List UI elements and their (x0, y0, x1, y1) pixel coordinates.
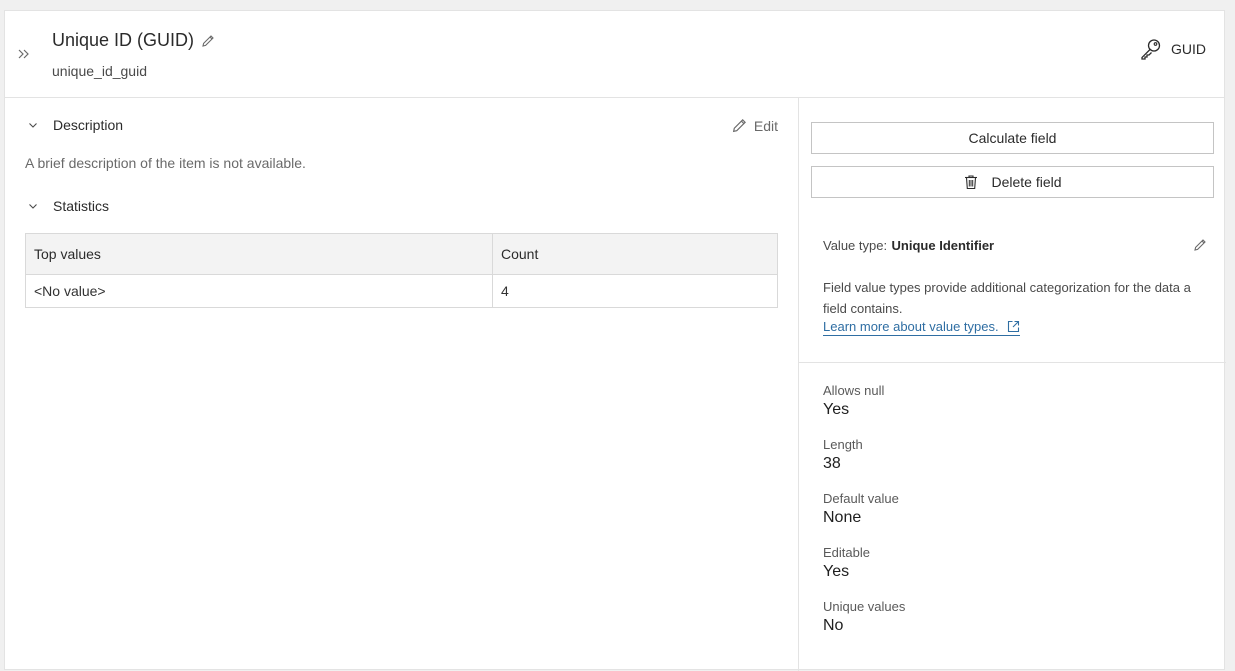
value-type-value: Unique Identifier (891, 238, 995, 253)
table-header-row: Top values Count (25, 233, 778, 275)
panel-header: Unique ID (GUID) unique_id_guid GUID (5, 11, 1224, 98)
field-details-panel: Unique ID (GUID) unique_id_guid GUID Des… (4, 10, 1226, 671)
delete-field-label: Delete field (991, 174, 1062, 190)
description-text: A brief description of the item is not a… (25, 155, 306, 171)
edit-value-type-button[interactable] (1192, 237, 1208, 253)
field-type-badge: GUID (1139, 37, 1206, 61)
details-sidebar: Calculate field Delete field Value type:… (799, 97, 1226, 671)
property-value: Yes (823, 401, 850, 418)
statistics-heading: Statistics (53, 198, 110, 214)
edit-label: Edit (753, 117, 778, 134)
property-value: Yes (823, 563, 850, 580)
property-label: Editable (823, 545, 870, 560)
property-editable: Editable Yes (823, 545, 870, 581)
field-name: unique_id_guid (52, 63, 147, 79)
page-title: Unique ID (GUID) (52, 30, 195, 50)
statistics-section-toggle[interactable]: Statistics (27, 198, 109, 214)
property-value: 38 (823, 455, 841, 472)
property-allows-null: Allows null Yes (823, 383, 884, 419)
property-length: Length 38 (823, 437, 863, 473)
property-value: None (823, 509, 862, 526)
key-icon (1141, 39, 1161, 60)
edit-title-button[interactable] (200, 33, 216, 49)
statistics-table: Top values Count <No value> 4 (25, 233, 778, 308)
learn-more-value-types-link[interactable]: Learn more about value types. (823, 318, 1020, 336)
external-link-icon (1007, 320, 1019, 333)
double-chevron-right-icon (18, 49, 29, 59)
field-type-label: GUID (1171, 41, 1206, 57)
description-heading: Description (53, 117, 124, 133)
calculate-field-label: Calculate field (968, 130, 1057, 146)
value-type-prefix: Value type: (823, 238, 888, 253)
pencil-icon (202, 34, 214, 47)
table-row: <No value> 4 (25, 274, 778, 308)
delete-field-button[interactable]: Delete field (811, 166, 1214, 198)
description-section-toggle[interactable]: Description (27, 117, 123, 133)
property-label: Unique values (823, 599, 906, 614)
edit-description-button[interactable]: Edit (731, 117, 778, 134)
calculate-field-button[interactable]: Calculate field (811, 122, 1214, 154)
chevron-down-icon (29, 204, 37, 209)
property-label: Length (823, 437, 863, 452)
pencil-icon (1194, 239, 1206, 251)
details-main: Description Edit A brief description of … (5, 97, 799, 671)
title-row: Unique ID (GUID) (52, 30, 216, 51)
value-type-description: Field value types provide additional cat… (823, 280, 1191, 316)
column-header-count: Count (492, 233, 778, 275)
value-type-row: Value type: Unique Identifier (823, 237, 1203, 255)
property-label: Default value (823, 491, 899, 506)
trash-icon (965, 175, 978, 190)
pencil-icon (732, 119, 746, 133)
chevron-down-icon (29, 123, 37, 128)
property-default-value: Default value None (823, 491, 899, 527)
column-header-top-values: Top values (25, 233, 493, 275)
count-cell: 4 (492, 274, 778, 308)
learn-more-label: Learn more about value types. (823, 319, 999, 334)
property-value: No (823, 617, 844, 634)
divider (799, 362, 1226, 363)
property-label: Allows null (823, 383, 885, 398)
expand-button[interactable] (15, 45, 33, 63)
top-value-cell: <No value> (25, 274, 493, 308)
property-unique-values: Unique values No (823, 599, 905, 635)
